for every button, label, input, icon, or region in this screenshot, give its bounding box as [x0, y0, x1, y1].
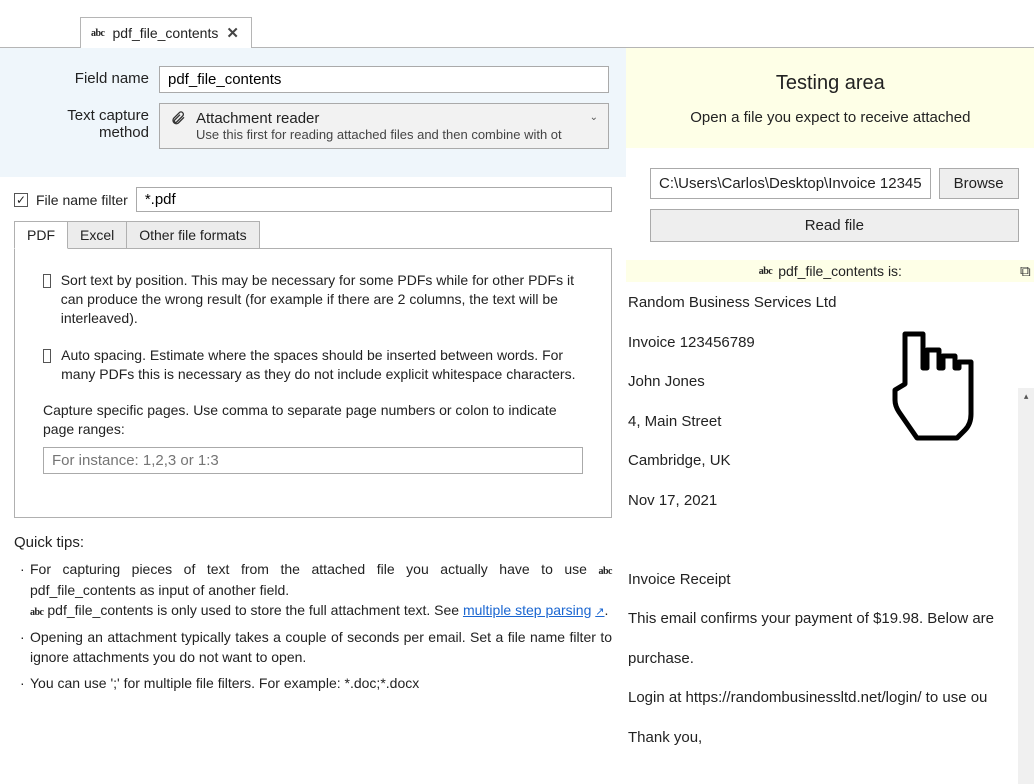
link-multiple-step-parsing[interactable]: multiple step parsing: [463, 602, 591, 618]
testing-heading: Testing area: [642, 72, 1019, 95]
form-area: Field name Text capture method Attachmen…: [0, 48, 626, 177]
tab-bar: abc pdf_file_contents ✕: [0, 0, 1034, 48]
result-line: Invoice Receipt: [628, 567, 1033, 593]
tab-other-formats[interactable]: Other file formats: [127, 221, 259, 249]
abc-icon: abc: [30, 607, 44, 618]
result-line: purchase.: [628, 646, 1033, 672]
result-line: This email confirms your payment of $19.…: [628, 606, 1033, 632]
result-line: Random Business Services Ltd: [628, 290, 1033, 316]
testing-subheading: Open a file you expect to receive attach…: [642, 109, 1019, 126]
copy-icon[interactable]: ⧉: [1020, 263, 1031, 280]
browse-button[interactable]: Browse: [939, 168, 1019, 199]
file-path-input[interactable]: C:\Users\Carlos\Desktop\Invoice 12345: [650, 168, 931, 199]
file-name-filter-label: File name filter: [36, 192, 128, 208]
scrollbar[interactable]: ▴: [1018, 388, 1034, 784]
auto-spacing-checkbox[interactable]: [43, 349, 51, 363]
tab-excel[interactable]: Excel: [68, 221, 127, 249]
quick-tips: Quick tips: For capturing pieces of text…: [0, 518, 626, 716]
result-line: Nov 17, 2021: [628, 488, 1033, 514]
result-line: Cambridge, UK: [628, 448, 1033, 474]
field-name-input[interactable]: [159, 66, 609, 93]
external-link-icon[interactable]: ↗: [595, 606, 604, 618]
read-file-button[interactable]: Read file: [650, 209, 1019, 242]
pdf-tab-panel: Sort text by position. This may be neces…: [14, 248, 612, 518]
sort-text-label: Sort text by position. This may be neces…: [61, 271, 583, 328]
file-name-filter-checkbox[interactable]: ✓: [14, 193, 28, 207]
result-line: 4, Main Street: [628, 409, 1033, 435]
capture-method-label: Text capture method: [14, 103, 159, 141]
testing-header: Testing area Open a file you expect to r…: [626, 48, 1034, 148]
result-body: Random Business Services Ltd Invoice 123…: [626, 282, 1034, 750]
tab-pdf[interactable]: PDF: [14, 221, 68, 249]
tab-pdf-file-contents[interactable]: abc pdf_file_contents ✕: [80, 17, 252, 48]
sort-text-checkbox[interactable]: [43, 274, 51, 288]
result-label-text: pdf_file_contents is:: [778, 263, 902, 279]
quick-tips-heading: Quick tips:: [14, 534, 612, 551]
capture-method-desc: Use this first for reading attached file…: [196, 127, 562, 142]
tab-label: pdf_file_contents: [113, 25, 219, 41]
result-line: Thank you,: [628, 725, 1033, 751]
paperclip-icon: [170, 110, 186, 129]
scroll-up-icon[interactable]: ▴: [1018, 388, 1034, 405]
result-line: [628, 527, 1033, 553]
tip-3: You can use ';' for multiple file filter…: [20, 673, 612, 693]
tip-1: For capturing pieces of text from the at…: [20, 559, 612, 621]
pages-caption: Capture specific pages. Use comma to sep…: [43, 401, 583, 439]
close-icon[interactable]: ✕: [226, 24, 239, 42]
result-line: Login at https://randombusinessltd.net/l…: [628, 685, 1033, 711]
result-line: John Jones: [628, 369, 1033, 395]
pages-input[interactable]: [43, 447, 583, 474]
capture-method-title: Attachment reader: [196, 110, 562, 127]
abc-icon: abc: [759, 266, 773, 277]
capture-method-dropdown[interactable]: Attachment reader Use this first for rea…: [159, 103, 609, 149]
abc-icon: abc: [599, 566, 613, 577]
field-name-label: Field name: [14, 66, 159, 87]
tip-2: Opening an attachment typically takes a …: [20, 627, 612, 668]
abc-icon: abc: [91, 28, 105, 39]
auto-spacing-label: Auto spacing. Estimate where the spaces …: [61, 346, 583, 384]
file-name-filter-input[interactable]: [136, 187, 612, 212]
chevron-down-icon: ⌄: [590, 112, 598, 123]
format-tabs: PDF Excel Other file formats: [14, 220, 612, 248]
result-line: Invoice 123456789: [628, 330, 1033, 356]
result-label-bar: abc pdf_file_contents is: ⧉: [626, 260, 1034, 282]
